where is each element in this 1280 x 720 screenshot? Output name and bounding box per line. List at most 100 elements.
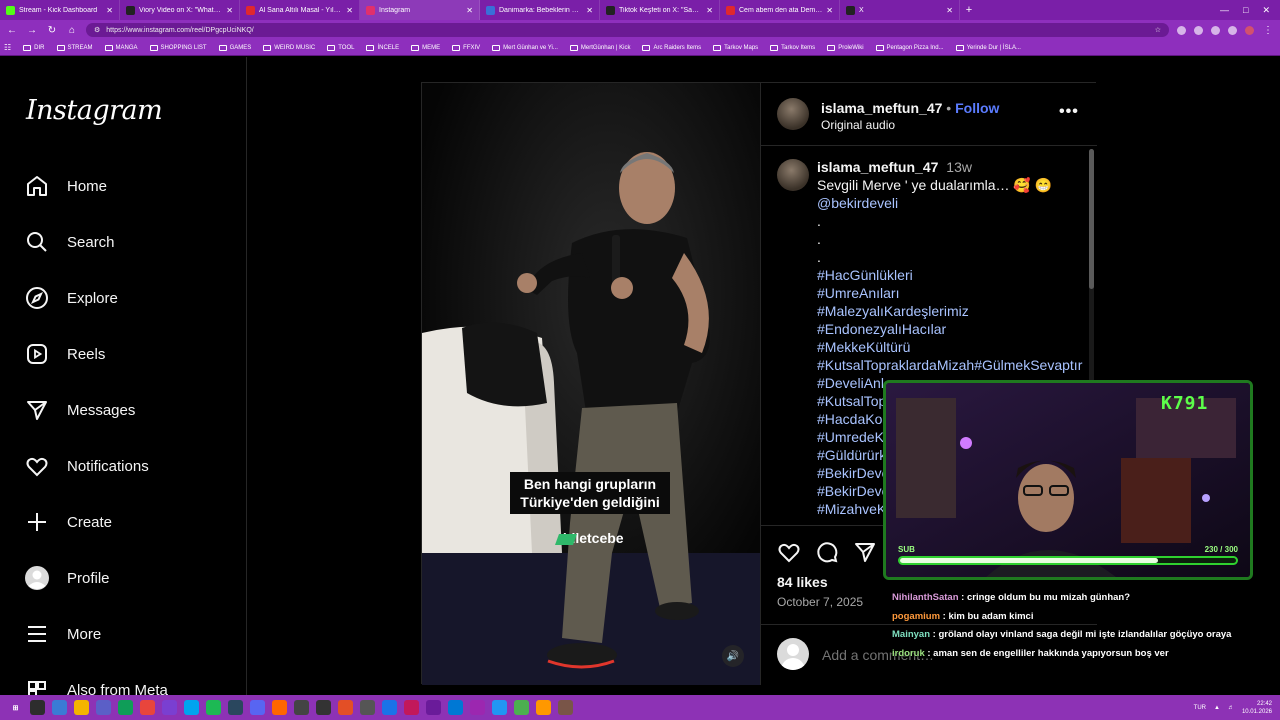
chat-username[interactable]: irdoruk (892, 648, 925, 659)
sidebar-item-notifications[interactable]: Notifications (24, 448, 234, 484)
hashtag-link[interactable]: #KutsalTopraklardaMizah#GülmekSevaptır (817, 356, 1087, 374)
lang-indicator[interactable]: TUR (1194, 705, 1206, 711)
profile-icon[interactable] (1245, 25, 1254, 35)
taskbar-app-icon[interactable] (492, 700, 507, 715)
tab-close-icon[interactable]: ✕ (946, 6, 953, 15)
like-heart-icon[interactable] (777, 540, 801, 564)
sidebar-item-home[interactable]: Home (24, 168, 234, 204)
taskbar-app-icon[interactable] (448, 700, 463, 715)
forward-icon[interactable]: → (26, 25, 38, 36)
bookmark-item[interactable]: Mert Günhan ve Yi... (492, 44, 558, 51)
hashtag-link[interactable]: #UmreAnıları (817, 284, 1087, 302)
sidebar-item-create[interactable]: Create (24, 504, 234, 540)
home-icon[interactable]: ⌂ (66, 25, 78, 36)
bookmark-item[interactable]: Tarkov Maps (713, 44, 758, 51)
bookmark-item[interactable]: ProleWiki (827, 44, 864, 51)
chat-username[interactable]: Mainyan (892, 629, 930, 640)
close-icon[interactable]: ✕ (1262, 5, 1270, 16)
share-icon[interactable] (853, 540, 877, 564)
tab-close-icon[interactable]: ✕ (826, 6, 833, 15)
taskbar-app-icon[interactable] (382, 700, 397, 715)
taskbar-app-icon[interactable] (338, 700, 353, 715)
audio-label[interactable]: Original audio (821, 118, 895, 132)
tab-close-icon[interactable]: ✕ (226, 6, 233, 15)
bookmark-item[interactable]: MEME (411, 44, 440, 51)
volume-tray-icon[interactable]: ♬ (1228, 705, 1234, 711)
bookmark-item[interactable]: GAMES (218, 44, 251, 51)
hashtag-link[interactable]: #MekkeKültürü (817, 338, 1087, 356)
browser-tab[interactable]: X ✕ (840, 0, 960, 20)
bookmark-item[interactable]: STREAM (56, 44, 93, 51)
more-options-icon[interactable]: ••• (1059, 103, 1079, 121)
taskbar-app-icon[interactable] (536, 700, 551, 715)
avatar[interactable] (777, 159, 809, 191)
browser-tab[interactable]: Tiktok Keşfeti on X: "Sabah saatle✕ (600, 0, 720, 20)
browser-tab[interactable]: Viory Video on X: "Whatever you ✕ (120, 0, 240, 20)
taskbar-app-icon[interactable] (360, 700, 375, 715)
bookmark-item[interactable]: MANGA (104, 44, 138, 51)
avatar[interactable] (777, 98, 809, 130)
bookmark-item[interactable]: Pentagon Pizza Ind... (875, 44, 944, 51)
sidebar-item-reels[interactable]: Reels (24, 336, 234, 372)
instagram-logo[interactable]: Instagram (26, 95, 163, 126)
volume-icon[interactable]: 🔊 (722, 645, 744, 667)
start-icon[interactable]: ⊞ (8, 700, 23, 715)
taskbar-app-icon[interactable] (118, 700, 133, 715)
extension-icon[interactable] (1211, 25, 1220, 35)
taskbar-app-icon[interactable] (162, 700, 177, 715)
caption-username[interactable]: islama_meftun_47 (817, 159, 938, 175)
extension-icon[interactable] (1194, 25, 1203, 35)
taskbar-app-icon[interactable] (470, 700, 485, 715)
extension-icon[interactable] (1228, 25, 1237, 35)
new-tab-button[interactable]: + (960, 4, 978, 16)
sidebar-item-messages[interactable]: Messages (24, 392, 234, 428)
bookmark-item[interactable]: TOOL (327, 44, 354, 51)
bookmark-item[interactable]: İNCELE (366, 44, 399, 51)
tab-close-icon[interactable]: ✕ (586, 6, 593, 15)
taskbar-app-icon[interactable] (96, 700, 111, 715)
likes-count[interactable]: 84 likes (777, 574, 828, 590)
taskbar-app-icon[interactable] (426, 700, 441, 715)
bookmark-item[interactable]: FFXIV (452, 44, 480, 51)
taskbar-app-icon[interactable] (140, 700, 155, 715)
bookmark-star-icon[interactable]: ☆ (1155, 26, 1161, 34)
clock[interactable]: 22:42 10.01.2026 (1242, 700, 1272, 716)
bookmark-item[interactable]: SHOPPING LIST (149, 44, 207, 51)
reload-icon[interactable]: ↻ (46, 25, 58, 36)
maximize-icon[interactable]: □ (1243, 5, 1248, 16)
browser-tab[interactable]: Stream - Kick Dashboard ✕ (0, 0, 120, 20)
bookmark-item[interactable]: MertGünhan | Kick (569, 44, 630, 51)
taskbar-app-icon[interactable] (184, 700, 199, 715)
chat-username[interactable]: NihilanthSatan (892, 592, 959, 603)
taskbar-app-icon[interactable] (316, 700, 331, 715)
browser-tab[interactable]: Cem abem den ata Demirer takılm ✕ (720, 0, 840, 20)
minimize-icon[interactable]: — (1220, 5, 1229, 16)
taskbar-app-icon[interactable] (404, 700, 419, 715)
browser-tab[interactable]: Instagram ✕ (360, 0, 480, 20)
sidebar-item-explore[interactable]: Explore (24, 280, 234, 316)
hashtag-link[interactable]: #HacGünlükleri (817, 266, 1087, 284)
taskbar-app-icon[interactable] (52, 700, 67, 715)
taskbar-app-icon[interactable] (228, 700, 243, 715)
hashtag-link[interactable]: #MalezyalıKardeşlerimiz (817, 302, 1087, 320)
bookmark-item[interactable]: Yerinde Dur | İSLA... (955, 44, 1021, 51)
browser-tab[interactable]: Al Sana Altılı Masal - Yılmaz Özdil ✕ (240, 0, 360, 20)
bookmark-item[interactable]: Arc Raiders Items (642, 44, 701, 51)
sidebar-item-more[interactable]: More (24, 616, 234, 652)
extension-icon[interactable] (1177, 25, 1186, 35)
scrollbar-thumb[interactable] (1089, 149, 1094, 289)
sidebar-item-profile[interactable]: Profile (24, 560, 234, 596)
follow-button[interactable]: Follow (955, 100, 999, 116)
bookmark-item[interactable]: WEIRD MUSIC (263, 44, 315, 51)
tab-close-icon[interactable]: ✕ (346, 6, 353, 15)
back-icon[interactable]: ← (6, 25, 18, 36)
author-username[interactable]: islama_meftun_47 (821, 100, 942, 116)
browser-menu-icon[interactable]: ⋮ (1262, 25, 1274, 36)
taskbar-app-icon[interactable] (558, 700, 573, 715)
url-text[interactable]: https://www.instagram.com/reel/DPgcpUciN… (106, 27, 253, 34)
comment-icon[interactable] (815, 540, 839, 564)
mention-link[interactable]: @bekirdeveli (817, 194, 1087, 212)
tab-close-icon[interactable]: ✕ (106, 6, 113, 15)
url-bar[interactable]: ⚙ https://www.instagram.com/reel/DPgcpUc… (86, 23, 1169, 37)
browser-tab[interactable]: Danimarka: Bebeklerin ailelerinden✕ (480, 0, 600, 20)
